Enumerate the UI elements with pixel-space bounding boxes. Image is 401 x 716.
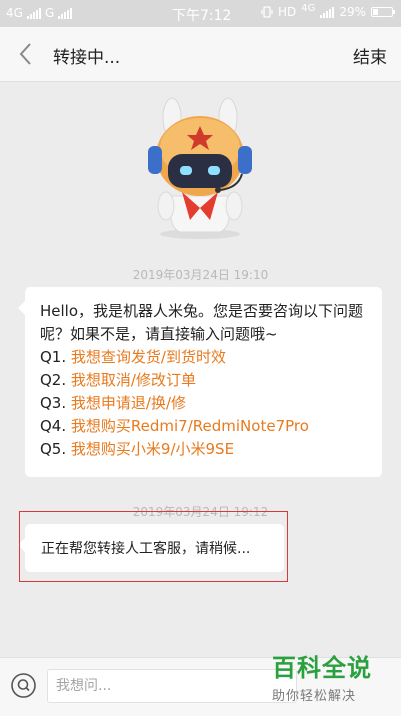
question-icon[interactable] xyxy=(10,672,37,699)
robot-mitu-avatar xyxy=(148,97,252,239)
question-item[interactable]: Q1. 我想查询发货/到货时效 xyxy=(40,346,368,369)
question-link[interactable]: 我想查询发货/到货时效 xyxy=(71,348,226,366)
question-item[interactable]: Q5. 我想购买小米9/小米9SE xyxy=(40,438,368,461)
message-timestamp: 2019年03月24日 19:10 xyxy=(132,268,269,282)
signal-icon-2 xyxy=(58,7,73,19)
end-chat-button[interactable]: 结束 xyxy=(353,43,387,68)
bot-intro-text: Hello，我是机器人米兔。您是否要咨询以下问题呢？如果不是，请直接输入问题哦~ xyxy=(40,302,364,343)
watermark-logo: 百科全说 助你轻松解决 xyxy=(272,648,392,708)
signal-icon-3 xyxy=(320,6,335,18)
battery-percent: 29% xyxy=(339,5,366,19)
status-left: 4G G xyxy=(6,6,73,20)
signal-icon xyxy=(26,7,41,19)
message-input[interactable] xyxy=(48,670,286,702)
network-type-left: 4G xyxy=(6,6,23,20)
watermark-title: 百科全说 xyxy=(272,654,372,682)
bot-message-bubble: Hello，我是机器人米兔。您是否要咨询以下问题呢？如果不是，请直接输入问题哦~… xyxy=(18,287,382,477)
question-item[interactable]: Q4. 我想购买Redmi7/RedmiNote7Pro xyxy=(40,415,368,438)
status-time: 下午7:12 xyxy=(172,8,232,24)
battery-fill xyxy=(373,9,378,15)
network-type-right: 4G xyxy=(301,2,316,14)
network-type-mid: G xyxy=(44,6,55,20)
message-input-box[interactable] xyxy=(47,669,297,703)
hd-label: HD xyxy=(277,5,297,19)
question-link[interactable]: 我想申请退/换/修 xyxy=(71,394,186,412)
question-item[interactable]: Q2. 我想取消/修改订单 xyxy=(40,369,368,392)
vibrate-icon xyxy=(261,6,273,18)
status-right: HD 4G 29% xyxy=(261,2,395,19)
question-link[interactable]: 我想购买Redmi7/RedmiNote7Pro xyxy=(71,417,309,435)
question-item[interactable]: Q3. 我想申请退/换/修 xyxy=(40,392,368,415)
question-link[interactable]: 我想取消/修改订单 xyxy=(71,371,196,389)
chat-header: 转接中... 结束 xyxy=(0,27,401,82)
status-bar: 4G G 下午7:12 HD 4G 29% xyxy=(0,0,401,27)
battery-icon xyxy=(371,7,395,17)
back-arrow-icon[interactable] xyxy=(12,39,42,69)
highlight-box xyxy=(19,511,288,582)
page-title: 转接中... xyxy=(53,48,121,68)
question-link[interactable]: 我想购买小米9/小米9SE xyxy=(71,440,234,458)
watermark-subtitle: 助你轻松解决 xyxy=(272,689,357,704)
